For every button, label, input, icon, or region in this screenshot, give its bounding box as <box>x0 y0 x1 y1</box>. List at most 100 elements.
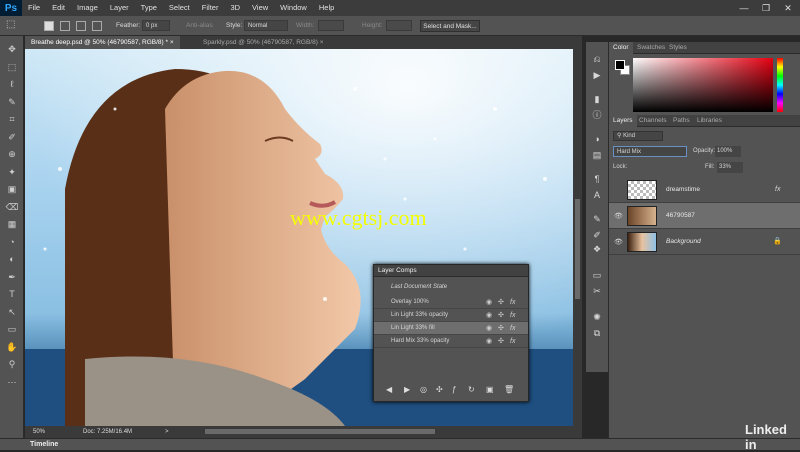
filter-kind-select[interactable]: ⚲ Kind <box>613 131 663 141</box>
tool-icon[interactable]: ▣ <box>4 182 20 196</box>
histogram-icon[interactable]: ▮ <box>589 92 605 106</box>
brush-icon[interactable]: ✐ <box>589 228 605 242</box>
tool-icon[interactable]: ▦ <box>4 217 20 231</box>
zoom-level[interactable]: 50% <box>33 429 45 435</box>
layer-row-background[interactable]: 👁 Background 🔒 <box>609 229 800 255</box>
layer-fx-icon[interactable]: fx <box>775 186 780 193</box>
comp-row[interactable]: Lin Light 33% opacity ◉ ✣ fx <box>374 309 528 322</box>
menu-image[interactable]: Image <box>71 0 104 16</box>
comp-row[interactable]: Hard Mix 33% opacity ◉ ✣ fx <box>374 335 528 348</box>
eye-icon[interactable]: ◉ <box>486 296 492 309</box>
tool-icon[interactable]: ✦ <box>4 165 20 179</box>
next-comp-icon[interactable]: ▶ <box>404 385 410 394</box>
refresh-icon[interactable]: ↻ <box>468 385 475 394</box>
tab-channels[interactable]: Channels <box>635 115 670 127</box>
layer-row-46790587[interactable]: 👁 46790587 <box>609 203 800 229</box>
tab-sparkly[interactable]: Sparkly.psd @ 50% (46790587, RGB/8) × <box>197 36 329 49</box>
tool-icon[interactable]: ✎ <box>4 95 20 109</box>
tab-styles[interactable]: Styles <box>665 42 691 54</box>
menu-edit[interactable]: Edit <box>46 0 71 16</box>
menu-select[interactable]: Select <box>163 0 196 16</box>
comp-name[interactable]: Lin Light 33% opacity <box>391 309 448 322</box>
subtract-selection-icon[interactable] <box>76 21 86 31</box>
fx-icon[interactable]: fx <box>510 296 515 309</box>
brush-preset-icon[interactable]: ✎ <box>589 212 605 226</box>
restore-button[interactable]: ❐ <box>756 0 776 16</box>
position-icon[interactable]: ✣ <box>498 335 504 348</box>
tool-icon[interactable]: T <box>4 287 20 301</box>
fx-icon[interactable]: fx <box>510 335 515 348</box>
tab-libraries[interactable]: Libraries <box>693 115 726 127</box>
tool-icon[interactable]: ⋯ <box>4 375 20 389</box>
status-menu-arrow[interactable]: > <box>165 429 169 435</box>
minimize-button[interactable]: — <box>734 0 754 16</box>
marquee-preset-icon[interactable]: ⬚ <box>6 19 15 30</box>
comp-name[interactable]: Lin Light 33% fill <box>391 322 435 335</box>
fx-icon[interactable]: fx <box>510 322 515 335</box>
eye-icon[interactable]: ◉ <box>486 309 492 322</box>
properties-icon[interactable]: ▤ <box>589 148 605 162</box>
layer-name[interactable]: Background <box>666 238 701 245</box>
opacity-field[interactable]: 100% <box>715 146 741 157</box>
comp-name[interactable]: Hard Mix 33% opacity <box>391 335 449 348</box>
appearance-update-icon[interactable]: ƒ <box>452 385 456 394</box>
hue-slider[interactable] <box>777 58 783 112</box>
menu-3d[interactable]: 3D <box>224 0 246 16</box>
tab-breathe-deep[interactable]: Breathe deep.psd @ 50% (46790587, RGB/8)… <box>25 36 180 49</box>
tool-icon[interactable]: ✒ <box>4 270 20 284</box>
comp-row-selected[interactable]: Lin Light 33% fill ◉ ✣ fx <box>374 322 528 335</box>
position-update-icon[interactable]: ✣ <box>436 385 443 394</box>
menu-type[interactable]: Type <box>135 0 163 16</box>
paragraph-icon[interactable]: ¶ <box>589 172 605 186</box>
tool-icon[interactable]: ⬚ <box>4 60 20 74</box>
tool-icon[interactable]: ✐ <box>4 130 20 144</box>
adjustments-icon[interactable]: ◑ <box>589 132 605 146</box>
tool-icon[interactable]: ◔ <box>4 235 20 249</box>
tool-icon[interactable]: ⌫ <box>4 200 20 214</box>
tool-icon[interactable]: ⌗ <box>4 112 20 126</box>
menu-view[interactable]: View <box>246 0 274 16</box>
foreground-color-swatch[interactable] <box>615 60 625 70</box>
menu-file[interactable]: File <box>22 0 46 16</box>
layer-name[interactable]: 46790587 <box>666 212 695 219</box>
timeline-tab[interactable]: Timeline <box>30 441 58 448</box>
layer-row-dreamstime[interactable]: dreamstime fx <box>609 177 800 203</box>
tool-presets-icon[interactable]: ✂ <box>589 284 605 298</box>
fill-field[interactable]: 33% <box>717 162 743 173</box>
3d-icon[interactable]: ✺ <box>589 310 605 324</box>
add-selection-icon[interactable] <box>60 21 70 31</box>
fx-icon[interactable]: fx <box>510 309 515 322</box>
previous-comp-icon[interactable]: ◀ <box>386 385 392 394</box>
clone-source-icon[interactable]: ❖ <box>589 242 605 256</box>
comp-name[interactable]: Overlay 100% <box>391 296 429 309</box>
comp-row[interactable]: Overlay 100% ◉ ✣ fx <box>374 296 528 309</box>
height-field[interactable] <box>386 20 412 31</box>
menu-window[interactable]: Window <box>274 0 313 16</box>
intersect-selection-icon[interactable] <box>92 21 102 31</box>
tab-color[interactable]: Color <box>609 42 633 54</box>
eye-icon[interactable]: 👁 <box>614 212 623 220</box>
blend-mode-select[interactable]: Hard Mix <box>613 146 687 157</box>
character-icon[interactable]: A <box>589 188 605 202</box>
close-tab-icon[interactable]: × <box>320 39 324 46</box>
close-window-button[interactable]: ✕ <box>778 0 798 16</box>
tool-icon[interactable]: ↖ <box>4 305 20 319</box>
eye-icon[interactable]: ◉ <box>486 322 492 335</box>
position-icon[interactable]: ✣ <box>498 309 504 322</box>
eye-icon[interactable]: ◉ <box>486 335 492 348</box>
trash-icon[interactable]: 🗑 <box>504 385 514 394</box>
play-action-icon[interactable]: ▶ <box>589 68 605 82</box>
layer-name[interactable]: dreamstime <box>666 186 700 193</box>
close-tab-icon[interactable]: × <box>170 39 174 46</box>
menu-help[interactable]: Help <box>313 0 340 16</box>
menu-filter[interactable]: Filter <box>196 0 225 16</box>
color-field[interactable] <box>633 58 773 112</box>
menu-layer[interactable]: Layer <box>104 0 135 16</box>
anti-alias-checkbox[interactable]: Anti-alias <box>186 22 213 29</box>
layer-comps-icon[interactable]: ⧉ <box>589 326 605 340</box>
tab-paths[interactable]: Paths <box>669 115 694 127</box>
eye-icon[interactable]: 👁 <box>614 238 623 246</box>
tool-icon[interactable]: ✥ <box>4 42 20 56</box>
select-and-mask-button[interactable]: Select and Mask... <box>420 20 480 32</box>
position-icon[interactable]: ✣ <box>498 322 504 335</box>
